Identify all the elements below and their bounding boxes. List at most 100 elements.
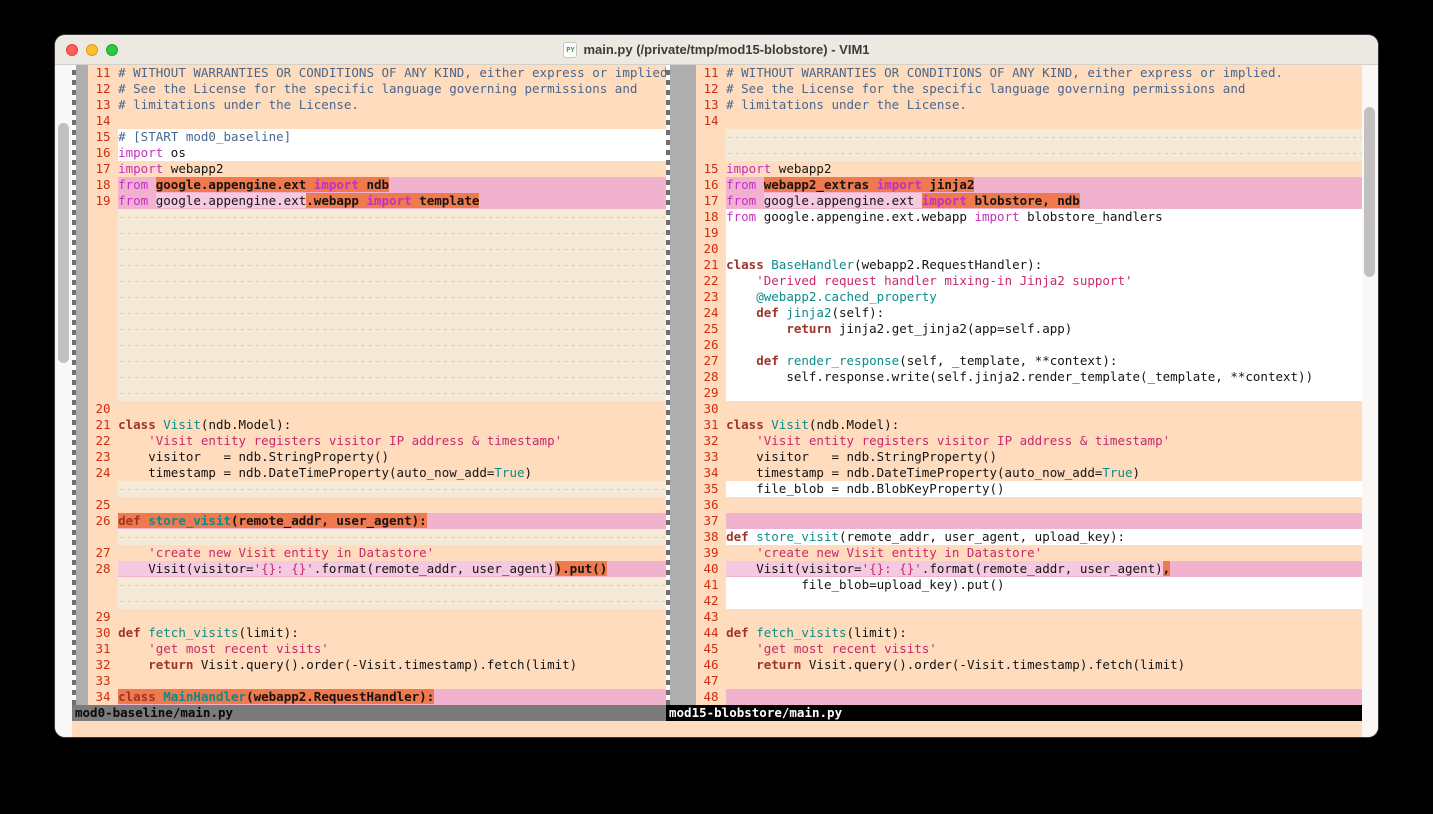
code-line: 44 def fetch_visits(limit): <box>696 625 1362 641</box>
deleted-line-filler: ----------------------------------------… <box>118 321 666 337</box>
code-text: timestamp = ndb.DateTimeProperty(auto_no… <box>118 465 666 481</box>
code-line: 25 return jinja2.get_jinja2(app=self.app… <box>696 321 1362 337</box>
code-line: 36 <box>696 497 1362 513</box>
vertical-split-divider[interactable] <box>666 65 696 705</box>
code-text: def jinja2(self): <box>726 305 1362 321</box>
line-number <box>88 257 118 273</box>
code-text: 'Derived request handler mixing-in Jinja… <box>726 273 1362 289</box>
line-number <box>88 241 118 257</box>
code-line: 27 'create new Visit entity in Datastore… <box>88 545 666 561</box>
code-text: Visit(visitor='{}: {}'.format(remote_add… <box>726 561 1362 577</box>
filler-line: ----------------------------------------… <box>88 577 666 593</box>
code-text <box>726 225 1362 241</box>
filler-line: ----------------------------------------… <box>88 257 666 273</box>
code-line: 19 <box>696 225 1362 241</box>
line-number: 28 <box>696 369 726 385</box>
code-line: 35 file_blob = ndb.BlobKeyProperty() <box>696 481 1362 497</box>
titlebar[interactable]: PY main.py (/private/tmp/mod15-blobstore… <box>55 35 1378 65</box>
line-number: 18 <box>696 209 726 225</box>
code-text: self.response.write(self.jinja2.render_t… <box>726 369 1362 385</box>
line-number: 30 <box>696 401 726 417</box>
code-text <box>726 673 1362 689</box>
code-text: def fetch_visits(limit): <box>726 625 1362 641</box>
close-button[interactable] <box>66 44 78 56</box>
code-line: 23 @webapp2.cached_property <box>696 289 1362 305</box>
code-line: 25 <box>88 497 666 513</box>
code-line: 42 <box>696 593 1362 609</box>
deleted-line-filler: ----------------------------------------… <box>118 353 666 369</box>
statusline-active[interactable]: mod15-blobstore/main.py <box>666 705 1362 721</box>
diff-pane-right[interactable]: 11 # WITHOUT WARRANTIES OR CONDITIONS OF… <box>696 65 1362 705</box>
line-number: 13 <box>88 97 118 113</box>
line-number: 30 <box>88 625 118 641</box>
code-text: import webapp2 <box>726 161 1362 177</box>
line-number: 25 <box>696 321 726 337</box>
code-text: 'get most recent visits' <box>118 641 666 657</box>
code-line: 46 return Visit.query().order(-Visit.tim… <box>696 657 1362 673</box>
code-line: 12 # See the License for the specific la… <box>696 81 1362 97</box>
left-scrollbar-thumb[interactable] <box>58 123 69 363</box>
code-line: 15 import webapp2 <box>696 161 1362 177</box>
code-line: 19 from google.appengine.ext.webapp impo… <box>88 193 666 209</box>
deleted-line-filler: ----------------------------------------… <box>118 305 666 321</box>
filler-line: ----------------------------------------… <box>696 129 1362 145</box>
right-scrollbar-track[interactable] <box>1362 65 1378 737</box>
line-number: 15 <box>88 129 118 145</box>
code-text: return Visit.query().order(-Visit.timest… <box>726 657 1362 673</box>
line-number: 38 <box>696 529 726 545</box>
zoom-button[interactable] <box>106 44 118 56</box>
right-scrollbar-thumb[interactable] <box>1364 107 1375 277</box>
line-number: 36 <box>696 497 726 513</box>
code-line: 28 Visit(visitor='{}: {}'.format(remote_… <box>88 561 666 577</box>
code-text: 'Visit entity registers visitor IP addre… <box>726 433 1362 449</box>
line-number: 43 <box>696 609 726 625</box>
code-text <box>118 401 666 417</box>
filler-line: ----------------------------------------… <box>88 593 666 609</box>
minimize-button[interactable] <box>86 44 98 56</box>
statusline-inactive[interactable]: mod0-baseline/main.py <box>72 705 666 721</box>
code-text: def render_response(self, _template, **c… <box>726 353 1362 369</box>
code-text: # See the License for the specific langu… <box>118 81 666 97</box>
code-text <box>726 689 1362 705</box>
filler-line: ----------------------------------------… <box>88 481 666 497</box>
code-line: 16 from webapp2_extras import jinja2 <box>696 177 1362 193</box>
code-line: 29 <box>88 609 666 625</box>
code-text: visitor = ndb.StringProperty() <box>118 449 666 465</box>
diff-pane-left[interactable]: 11 # WITHOUT WARRANTIES OR CONDITIONS OF… <box>88 65 666 705</box>
line-number: 37 <box>696 513 726 529</box>
code-line: 20 <box>88 401 666 417</box>
left-scrollbar-track[interactable] <box>55 65 72 737</box>
line-number: 21 <box>696 257 726 273</box>
line-number: 33 <box>88 673 118 689</box>
code-text: # [START mod0_baseline] <box>118 129 666 145</box>
code-text <box>726 609 1362 625</box>
deleted-line-filler: ----------------------------------------… <box>118 577 666 593</box>
line-number: 46 <box>696 657 726 673</box>
code-line: 14 <box>88 113 666 129</box>
line-number: 14 <box>696 113 726 129</box>
deleted-line-filler: ----------------------------------------… <box>118 385 666 401</box>
line-number: 17 <box>696 193 726 209</box>
line-number: 24 <box>88 465 118 481</box>
line-number: 31 <box>696 417 726 433</box>
deleted-line-filler: ----------------------------------------… <box>118 241 666 257</box>
line-number: 18 <box>88 177 118 193</box>
line-number <box>88 337 118 353</box>
code-line: 18 from google.appengine.ext.webapp impo… <box>696 209 1362 225</box>
code-text: from webapp2_extras import jinja2 <box>726 177 1362 193</box>
vim-command-line[interactable] <box>72 721 1362 737</box>
code-line: 47 <box>696 673 1362 689</box>
code-text: from google.appengine.ext import blobsto… <box>726 193 1362 209</box>
code-text: file_blob=upload_key).put() <box>726 577 1362 593</box>
line-number <box>88 321 118 337</box>
code-text <box>118 673 666 689</box>
line-number: 23 <box>88 449 118 465</box>
code-text: # See the License for the specific langu… <box>726 81 1362 97</box>
code-text: 'get most recent visits' <box>726 641 1362 657</box>
code-line: 17 from google.appengine.ext import blob… <box>696 193 1362 209</box>
line-number: 21 <box>88 417 118 433</box>
line-number: 47 <box>696 673 726 689</box>
code-text: # limitations under the License. <box>118 97 666 113</box>
code-text: 'create new Visit entity in Datastore' <box>726 545 1362 561</box>
line-number: 19 <box>88 193 118 209</box>
